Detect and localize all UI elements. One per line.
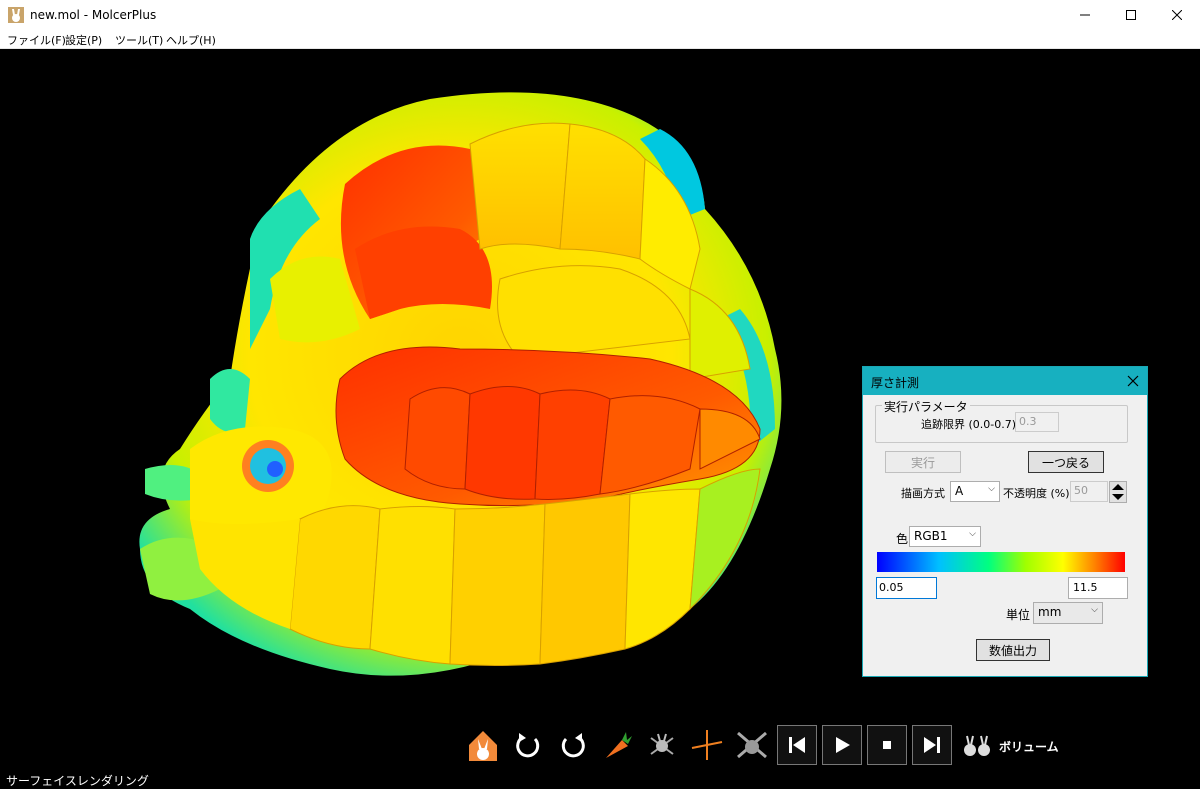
menu-help[interactable]: ヘルプ(H) (166, 32, 216, 48)
maximize-button[interactable] (1108, 0, 1154, 30)
run-button[interactable]: 実行 (885, 451, 961, 473)
skip-back-icon (789, 737, 805, 753)
opacity-label: 不透明度 (%) (1003, 487, 1070, 500)
close-button[interactable] (1154, 0, 1200, 30)
first-frame-button[interactable] (777, 725, 817, 765)
title-bar: new.mol - MolcerPlus (0, 0, 1200, 30)
undo-button[interactable]: 一つ戻る (1028, 451, 1104, 473)
menu-tools[interactable]: ツール(T) (115, 32, 163, 48)
draw-mode-select[interactable]: A ⌵ (950, 481, 1000, 502)
range-min-input[interactable]: 0.05 (876, 577, 937, 599)
trace-limit-input[interactable]: 0.3 (1015, 412, 1059, 432)
render-mode-label: サーフェイスレンダリング (6, 774, 149, 788)
group-legend: 実行パラメータ (882, 398, 970, 415)
menu-file[interactable]: ファイル(F) (7, 32, 66, 48)
rotate-clockwise-icon (516, 733, 540, 758)
menu-bar: ファイル(F) 設定(P) ツール(T) ヘルプ(H) (0, 30, 1200, 49)
rotate-ccw-button[interactable] (553, 725, 593, 765)
last-frame-button[interactable] (912, 725, 952, 765)
color-map-value: RGB1 (914, 529, 948, 543)
color-scale-bar (877, 552, 1125, 572)
thickness-dialog: 厚さ計測 実行パラメータ 追跡限界 (0.0-0.7) 0.3 実行 一つ戻る … (862, 366, 1148, 677)
minimize-button[interactable] (1062, 0, 1108, 30)
skip-forward-icon (924, 737, 940, 753)
dialog-title: 厚さ計測 (871, 376, 920, 390)
stop-button[interactable] (867, 725, 907, 765)
color-map-select[interactable]: RGB1 ⌵ (909, 526, 981, 547)
opacity-input[interactable]: 50 (1070, 481, 1108, 502)
close-icon (1172, 10, 1182, 20)
crosshair-tool-button[interactable] (687, 725, 727, 765)
stop-icon (883, 741, 891, 749)
unit-select[interactable]: mm ⌵ (1033, 602, 1103, 624)
unit-label: 単位 (1006, 608, 1031, 622)
home-view-button[interactable] (463, 725, 503, 765)
draw-mode-label: 描画方式 (901, 487, 945, 500)
maximize-icon (1126, 10, 1136, 20)
carrot-tool-button[interactable] (597, 725, 637, 765)
rotate-counterclockwise-icon (561, 733, 585, 758)
rabbits-icon (964, 735, 990, 756)
play-icon (836, 737, 850, 753)
rabbit-cut-tool-button[interactable] (642, 725, 682, 765)
minimize-icon (1080, 14, 1090, 16)
rabbit-disable-tool-button[interactable] (732, 725, 772, 765)
rotate-cw-button[interactable] (508, 725, 548, 765)
color-label: 色 (896, 532, 909, 546)
app-logo-icon (8, 7, 24, 23)
volume-mode-label[interactable]: ボリューム (999, 738, 1059, 755)
export-values-button[interactable]: 数値出力 (976, 639, 1050, 661)
trace-limit-label: 追跡限界 (0.0-0.7) (921, 418, 1017, 431)
chevron-down-icon: ⌵ (988, 484, 995, 494)
crosshair-icon (691, 730, 723, 760)
chevron-down-icon: ⌵ (969, 529, 976, 539)
play-button[interactable] (822, 725, 862, 765)
range-max-input[interactable]: 11.5 (1068, 577, 1128, 599)
carrot-icon (606, 732, 632, 758)
dialog-close-icon[interactable] (1125, 373, 1141, 389)
rabbit-scissors-icon (650, 733, 674, 755)
volume-mode-button[interactable] (958, 725, 996, 765)
chevron-down-icon: ⌵ (1091, 605, 1098, 615)
draw-mode-value: A (955, 484, 964, 498)
unit-value: mm (1038, 605, 1062, 619)
menu-settings[interactable]: 設定(P) (65, 32, 102, 48)
opacity-spinner-icon[interactable] (1109, 481, 1127, 503)
window-title: new.mol - MolcerPlus (30, 8, 157, 22)
rabbit-home-icon (469, 731, 497, 761)
dialog-title-bar: 厚さ計測 (863, 367, 1147, 395)
rabbit-cross-icon (737, 731, 767, 759)
